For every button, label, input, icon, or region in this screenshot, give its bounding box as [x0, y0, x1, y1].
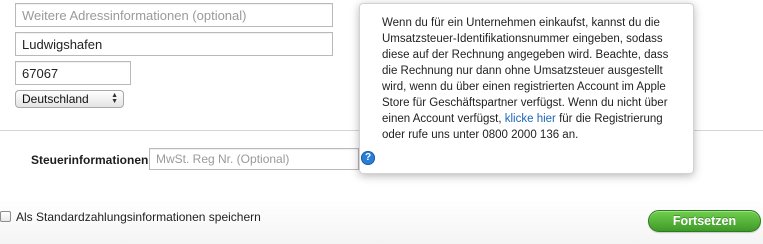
- address-extra-input[interactable]: [15, 3, 333, 27]
- zip-input[interactable]: [15, 61, 131, 85]
- save-default-label[interactable]: Als Standardzahlungsinformationen speich…: [16, 210, 261, 224]
- country-select[interactable]: Deutschland ▲ ▼: [15, 90, 124, 108]
- tax-info-label: Steuerinformationen: [31, 153, 149, 167]
- city-input[interactable]: [15, 32, 333, 56]
- help-icon[interactable]: ?: [361, 151, 375, 165]
- save-default-checkbox[interactable]: [0, 211, 11, 222]
- section-divider-right: [693, 130, 763, 131]
- select-arrows-icon: ▲ ▼: [111, 92, 118, 105]
- continue-button[interactable]: Fortsetzen: [648, 210, 761, 232]
- country-select-value: Deutschland: [22, 92, 89, 106]
- tooltip-text-before-link: Wenn du für ein Unternehmen einkaufst, k…: [382, 17, 669, 125]
- vat-help-tooltip: Wenn du für ein Unternehmen einkaufst, k…: [359, 3, 694, 174]
- register-link[interactable]: klicke hier: [505, 113, 556, 125]
- vat-number-input[interactable]: [149, 148, 359, 170]
- section-divider: [0, 130, 360, 131]
